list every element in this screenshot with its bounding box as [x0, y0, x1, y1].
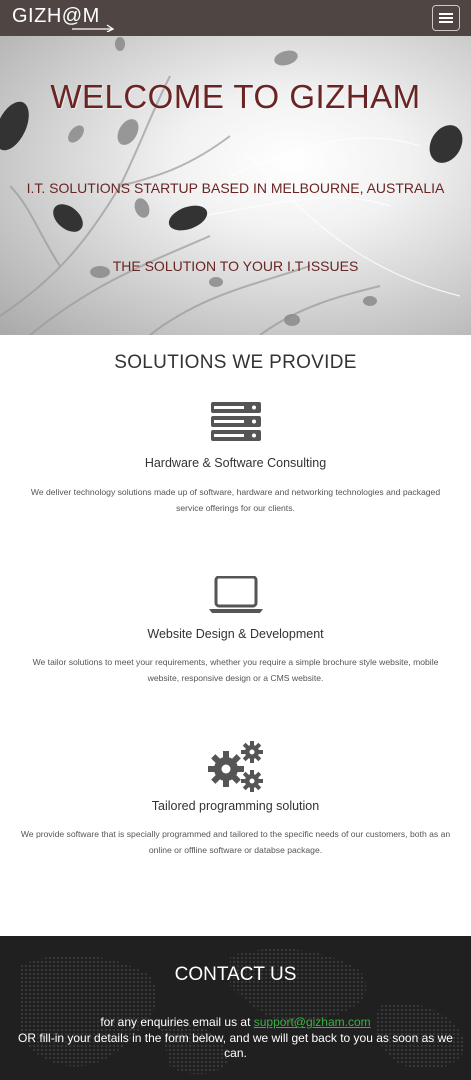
service-title: Tailored programming solution: [151, 799, 320, 813]
top-navbar: GIZH@M: [0, 0, 471, 36]
brand-arrow-icon: [72, 24, 115, 32]
hero-banner: WELCOME TO GIZHAM I.T. SOLUTIONS STARTUP…: [0, 36, 471, 335]
contact-heading: CONTACT US: [174, 964, 297, 985]
laptop-icon: [209, 576, 263, 613]
hero-tagline: THE SOLUTION TO YOUR I.T ISSUES: [112, 258, 359, 274]
gears-icon: [208, 741, 263, 792]
hero-title: WELCOME TO GIZHAM: [50, 78, 421, 115]
contact-form-text: OR fill-in your details in the form belo…: [18, 1031, 453, 1060]
solutions-heading: SOLUTIONS WE PROVIDE: [114, 352, 357, 373]
service-description: We provide software that is specially pr…: [20, 829, 451, 855]
service-description: We deliver technology solutions made up …: [30, 487, 441, 513]
contact-section: CONTACT US for any enquiries email us at…: [0, 936, 471, 1080]
contact-email-prefix: for any enquiries email us at: [100, 1015, 254, 1029]
server-icon: [211, 402, 261, 441]
hero-subtitle: I.T. SOLUTIONS STARTUP BASED IN MELBOURN…: [26, 180, 445, 196]
service-title: Website Design & Development: [147, 627, 324, 641]
support-email-link[interactable]: support@gizham.com: [254, 1015, 371, 1029]
service-description: We tailor solutions to meet your require…: [32, 657, 439, 683]
service-title: Hardware & Software Consulting: [144, 456, 327, 470]
contact-email-line: for any enquiries email us at support@gi…: [0, 1015, 471, 1029]
hamburger-menu-icon[interactable]: [432, 5, 460, 31]
